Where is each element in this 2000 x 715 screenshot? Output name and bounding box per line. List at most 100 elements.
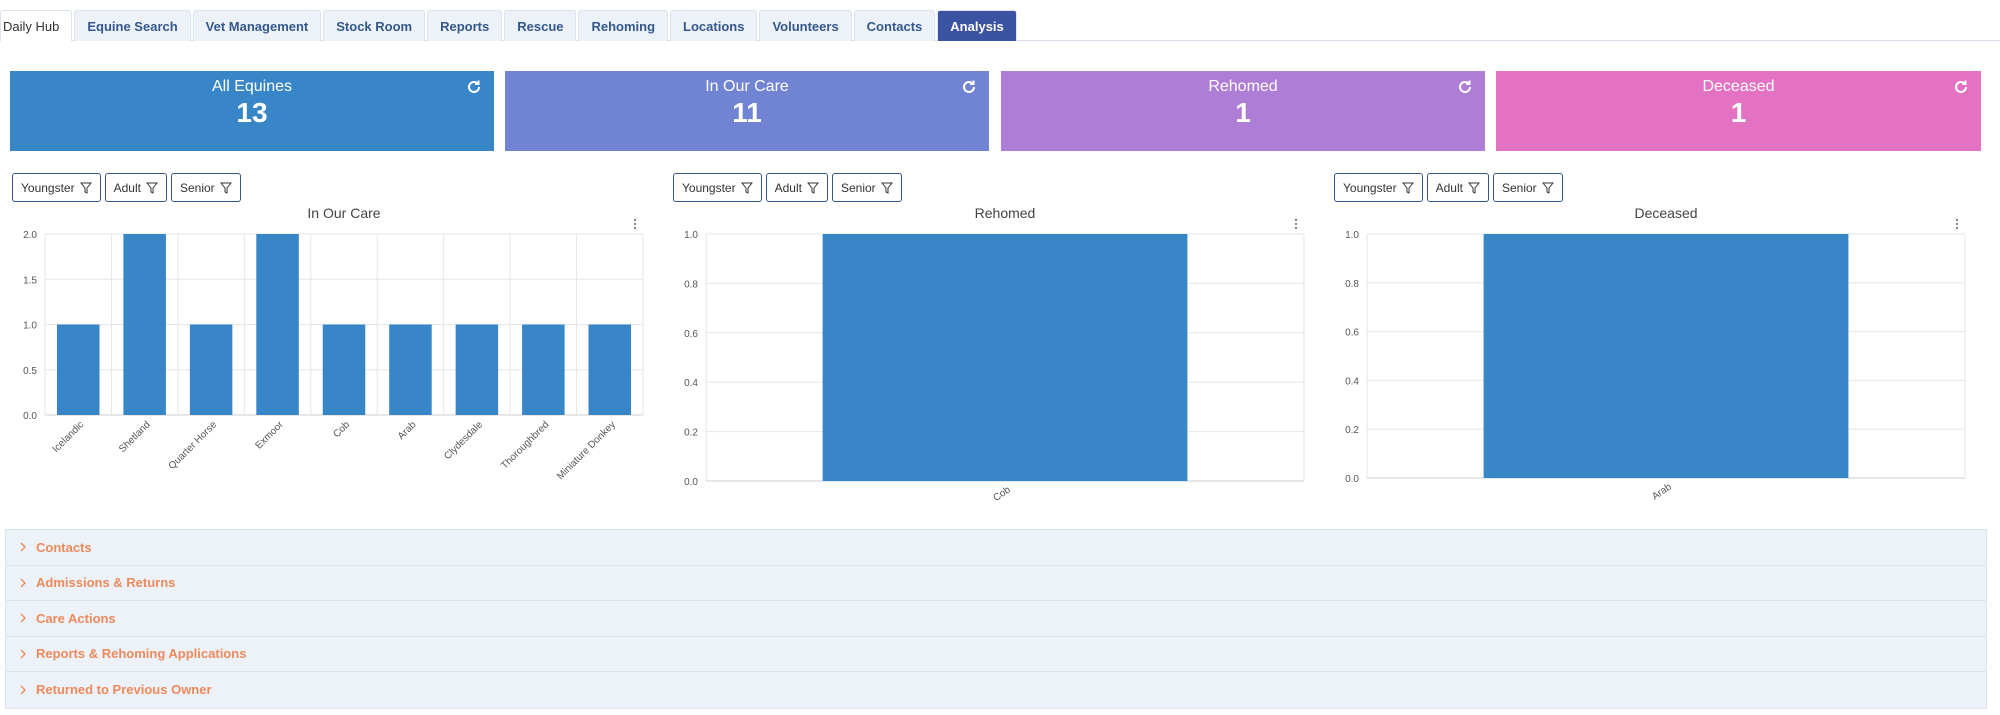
menu-dot <box>1955 222 1959 226</box>
accordion: Contacts Admissions & Returns Care Actio… <box>5 529 1987 709</box>
y-tick-label: 0.0 <box>684 477 698 488</box>
y-tick-label: 0.2 <box>684 428 698 439</box>
filter-label: Senior <box>1501 180 1537 195</box>
menu-dot <box>1955 226 1959 230</box>
stat-card-rehomed: Rehomed 1 <box>1001 71 1485 151</box>
tab-equine-search[interactable]: Equine Search <box>74 10 191 41</box>
tab-rescue[interactable]: Rescue <box>504 10 577 41</box>
y-tick-label: 0.8 <box>684 279 698 290</box>
y-tick-label: 0.8 <box>1345 279 1359 290</box>
menu-dot <box>1294 222 1298 226</box>
filter-youngster-button[interactable]: Youngster <box>12 173 101 202</box>
tab-reports[interactable]: Reports <box>427 10 503 41</box>
filter-label: Senior <box>179 180 215 195</box>
x-tick-label: Arab <box>396 419 419 442</box>
x-tick-label: Cob <box>331 419 352 440</box>
accordion-returned-to-previous-owner[interactable]: Returned to Previous Owner <box>6 672 1986 708</box>
stat-card-in-our-care: In Our Care 11 <box>505 71 989 151</box>
filter-icon <box>1541 182 1554 194</box>
filter-label: Adult <box>774 180 802 195</box>
y-tick-label: 0.2 <box>1345 425 1359 436</box>
chevron-right-icon <box>20 685 26 695</box>
bar <box>822 234 1188 481</box>
menu-dot <box>1955 218 1959 222</box>
y-tick-label: 0.6 <box>684 329 698 340</box>
x-tick-label: Shetland <box>117 419 153 455</box>
filter-label: Senior <box>840 180 876 195</box>
filter-group-in-our-care: Youngster Adult Senior <box>12 173 241 202</box>
x-tick-label: Icelandic <box>51 419 87 455</box>
filter-youngster-button[interactable]: Youngster <box>1334 173 1423 202</box>
filter-senior-button[interactable]: Senior <box>170 173 241 202</box>
refresh-icon[interactable] <box>961 79 977 95</box>
y-tick-label: 0.0 <box>23 411 37 422</box>
bar <box>588 324 632 415</box>
filter-icon <box>145 182 158 194</box>
accordion-label: Returned to Previous Owner <box>36 682 212 698</box>
filter-icon <box>1401 182 1414 194</box>
stat-value: 1 <box>1235 97 1251 128</box>
accordion-reports-rehoming-applications[interactable]: Reports & Rehoming Applications <box>6 637 1986 672</box>
menu-dot <box>1294 218 1298 222</box>
chevron-right-icon <box>20 578 26 588</box>
filter-adult-button[interactable]: Adult <box>765 173 828 202</box>
stat-value: 11 <box>732 97 762 128</box>
tab-locations[interactable]: Locations <box>670 10 758 41</box>
y-tick-label: 1.0 <box>1345 230 1359 241</box>
tab-volunteers[interactable]: Volunteers <box>759 10 852 41</box>
chart-title: Rehomed <box>975 205 1036 221</box>
tab-analysis[interactable]: Analysis <box>937 10 1017 41</box>
menu-dot <box>633 222 637 226</box>
x-tick-label: Cob <box>991 484 1013 500</box>
chevron-right-icon <box>20 613 26 623</box>
accordion-label: Care Actions <box>36 610 116 626</box>
filter-adult-button[interactable]: Adult <box>1426 173 1489 202</box>
x-tick-label: Thoroughbred <box>499 419 551 471</box>
stat-value: 13 <box>236 97 268 128</box>
bar <box>455 324 499 415</box>
tab-contacts[interactable]: Contacts <box>853 10 936 41</box>
filter-group-deceased: Youngster Adult Senior <box>1334 173 1563 202</box>
accordion-contacts[interactable]: Contacts <box>6 530 1986 566</box>
y-tick-label: 0.6 <box>1345 328 1359 339</box>
filter-senior-button[interactable]: Senior <box>1492 173 1563 202</box>
filter-icon <box>880 182 893 194</box>
refresh-icon[interactable] <box>1953 79 1969 95</box>
filter-icon <box>806 182 819 194</box>
accordion-label: Reports & Rehoming Applications <box>36 646 247 662</box>
accordion-label: Admissions & Returns <box>36 575 176 591</box>
accordion-care-actions[interactable]: Care Actions <box>6 601 1986 637</box>
filter-label: Youngster <box>21 180 75 195</box>
x-tick-label: Exmoor <box>254 419 287 452</box>
filter-group-rehomed: Youngster Adult Senior <box>673 173 902 202</box>
bar <box>56 324 100 415</box>
menu-dot <box>633 218 637 222</box>
filter-icon <box>740 182 753 194</box>
y-tick-label: 0.4 <box>1345 376 1359 387</box>
main-tab-bar: Daily Hub Equine Search Vet Management S… <box>0 10 2000 41</box>
y-tick-label: 0.5 <box>23 366 37 377</box>
y-tick-label: 2.0 <box>23 230 37 241</box>
bar <box>322 324 366 415</box>
bar <box>123 234 166 415</box>
refresh-icon[interactable] <box>466 79 482 95</box>
tab-stock-room[interactable]: Stock Room <box>323 10 426 41</box>
x-tick-label: Quarter Horse <box>167 419 220 472</box>
accordion-admissions-returns[interactable]: Admissions & Returns <box>6 566 1986 601</box>
stat-value: 1 <box>1730 97 1747 128</box>
filter-youngster-button[interactable]: Youngster <box>673 173 762 202</box>
menu-dot <box>633 226 637 230</box>
refresh-icon[interactable] <box>1457 79 1473 95</box>
chart-title: In Our Care <box>307 205 380 221</box>
x-tick-label: Miniature Donkey <box>555 419 618 482</box>
tab-daily-hub[interactable]: Daily Hub <box>0 10 73 41</box>
filter-senior-button[interactable]: Senior <box>831 173 902 202</box>
y-tick-label: 1.5 <box>23 275 37 286</box>
filter-adult-button[interactable]: Adult <box>104 173 167 202</box>
stat-title: Rehomed <box>1208 78 1278 95</box>
chart-svg: Rehomed 0.0 0.2 0.4 0.6 0.8 1.0 Cob <box>684 205 1305 504</box>
tab-rehoming[interactable]: Rehoming <box>578 10 669 41</box>
filter-icon <box>219 182 232 194</box>
filter-label: Adult <box>113 180 141 195</box>
tab-vet-management[interactable]: Vet Management <box>192 10 322 41</box>
